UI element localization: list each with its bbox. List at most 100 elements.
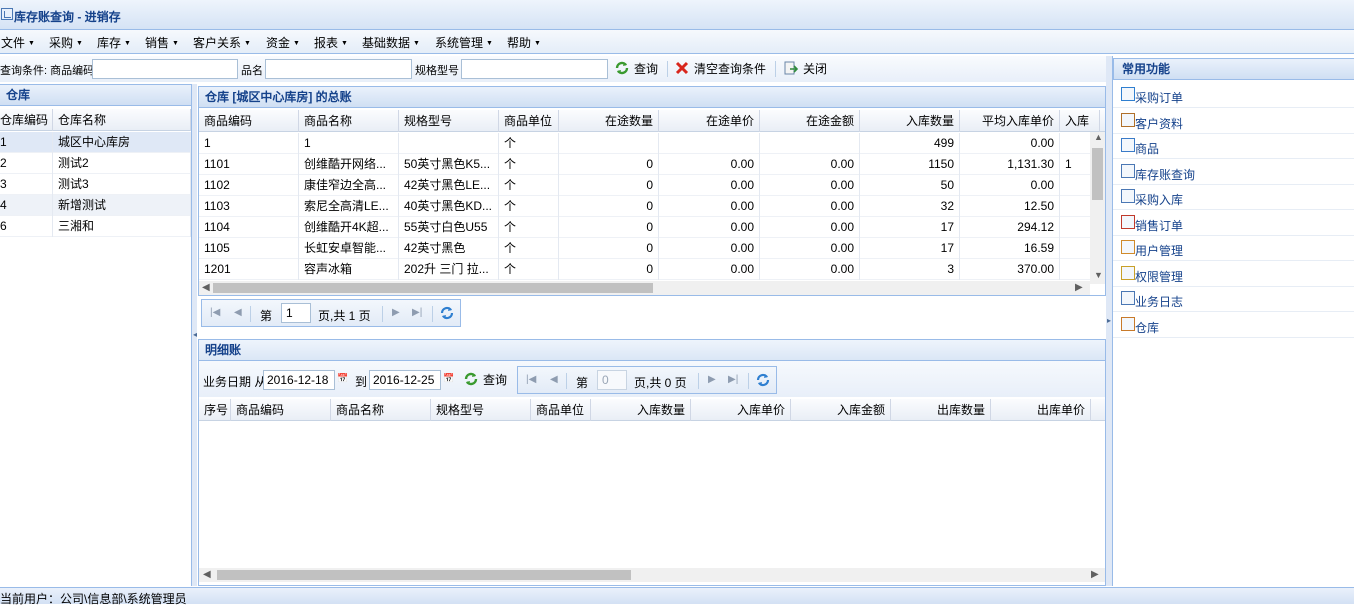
column-header[interactable]: 入库 [1060,110,1100,132]
column-header[interactable]: 序号 [199,399,231,421]
menu-funds[interactable]: 资金 ▼ [266,34,300,51]
table-cell: 0.00 [960,133,1060,154]
goods-code-input[interactable] [92,59,238,79]
table-cell [399,133,499,154]
column-header[interactable]: 规格型号 [399,110,499,132]
menu-base-data[interactable]: 基础数据 ▼ [362,34,420,51]
table-row[interactable]: 3 测试3 [0,174,191,195]
table-row[interactable]: 1 城区中心库房 [0,132,191,153]
clear-query-button[interactable]: 清空查询条件 [674,60,766,78]
last-page-icon[interactable]: ▶| [728,374,738,385]
last-page-icon[interactable]: ▶| [412,307,422,318]
date-to-input[interactable] [369,370,441,390]
table-cell: 个 [499,238,559,259]
table-row[interactable]: 2 测试2 [0,153,191,174]
column-header[interactable]: 规格型号 [431,399,531,421]
ledger-vertical-scrollbar[interactable]: ▲ ▼ [1090,132,1105,284]
table-row[interactable]: 1201 容声冰箱 202升 三门 拉... 个 0 0.00 0.00 3 370.00 [199,259,1100,280]
scroll-thumb[interactable] [217,570,631,580]
goods-name-input[interactable] [265,59,412,79]
column-header[interactable]: 入库数量 [591,399,691,421]
column-header[interactable]: 入库数量 [860,110,960,132]
table-row[interactable]: 4 新增测试 [0,195,191,216]
table-row[interactable]: 1103 索尼全高清LE... 40英寸黑色KD... 个 0 0.00 0.00 32 12.… [199,196,1100,217]
scroll-thumb[interactable] [1092,148,1103,200]
prev-page-icon[interactable]: ◀ [550,374,558,385]
refresh-icon[interactable] [755,372,771,388]
column-header[interactable]: 平均入库单价 [960,110,1060,132]
column-header[interactable]: 商品单位 [531,399,591,421]
menu-sales[interactable]: 销售 ▼ [145,34,179,51]
table-row[interactable]: 1104 创维酷开4K超... 55英寸白色U55 个 0 0.00 0.00 17 294.1… [199,217,1100,238]
function-item[interactable]: 业务日志 [1113,287,1354,312]
function-item[interactable]: 客户资料 [1113,109,1354,134]
table-cell: 0.00 [659,196,760,217]
column-header[interactable]: 商品单位 [499,110,559,132]
table-cell: 个 [499,217,559,238]
prev-page-icon[interactable]: ◀ [234,307,242,318]
menu-system[interactable]: 系统管理 ▼ [435,34,493,51]
refresh-icon[interactable] [439,305,455,321]
date-from-input[interactable] [263,370,335,390]
page-number-input[interactable] [281,303,311,323]
next-page-icon[interactable]: ▶ [392,307,400,318]
column-header[interactable]: 出库单价 [991,399,1091,421]
detail-search-button[interactable]: 查询 [463,371,507,389]
table-row[interactable]: 1101 创维酷开网络... 50英寸黑色K5... 个 0 0.00 0.00 1150 1,… [199,154,1100,175]
first-page-icon[interactable]: |◀ [526,374,536,385]
column-header[interactable]: 入库单价 [691,399,791,421]
collapse-right-icon[interactable]: ▸ [1107,316,1111,325]
menu-file[interactable]: 文件 ▼ [1,34,35,51]
detail-toolbar: 业务日期 从 📅 到 📅 查询 |◀ ◀ 第 页,共 0 页 ▶ ▶| [199,361,1105,397]
column-header[interactable]: 在途单价 [659,110,760,132]
column-header[interactable]: 商品编码 [231,399,331,421]
function-item[interactable]: 销售订单 [1113,211,1354,236]
column-header[interactable]: 出库数量 [891,399,991,421]
ledger-horizontal-scrollbar[interactable]: ◀ ▶ [199,281,1090,295]
table-row[interactable]: 6 三湘和 [0,216,191,237]
column-header[interactable]: 在途金额 [760,110,860,132]
detail-horizontal-scrollbar[interactable]: ◀ ▶ [199,568,1105,582]
column-header[interactable]: 商品名称 [331,399,431,421]
scroll-left-icon[interactable]: ◀ [202,281,210,295]
calendar-icon[interactable]: 📅 [337,373,348,384]
table-cell: 0.00 [760,154,860,175]
scroll-right-icon[interactable]: ▶ [1075,281,1083,295]
function-item-label: 用户管理 [1135,244,1184,258]
page-prefix: 第 [576,376,589,390]
column-header[interactable]: 仓库编码 [0,109,53,131]
table-row[interactable]: 1 1 个 499 0.00 [199,133,1100,154]
table-row[interactable]: 1105 长虹安卓智能... 42英寸黑色个 0 0.00 0.00 17 16.59 [199,238,1100,259]
function-item[interactable]: 权限管理 [1113,262,1354,287]
function-item[interactable]: 仓库 [1113,313,1354,338]
function-item[interactable]: 库存账查询 [1113,160,1354,185]
menu-inventory[interactable]: 库存 ▼ [97,34,131,51]
function-item[interactable]: 商品 [1113,134,1354,159]
close-button[interactable]: 关闭 [783,60,827,78]
search-button[interactable]: 查询 [614,60,658,78]
scroll-left-icon[interactable]: ◀ [203,568,211,582]
function-item[interactable]: 采购订单 [1113,83,1354,108]
scroll-up-icon[interactable]: ▲ [1094,132,1103,142]
scroll-right-icon[interactable]: ▶ [1091,568,1099,582]
column-header[interactable]: 仓库名称 [53,109,191,131]
menu-crm[interactable]: 客户关系 ▼ [193,34,251,51]
page-number-input[interactable] [597,370,627,390]
function-item[interactable]: 用户管理 [1113,236,1354,261]
column-header[interactable]: 商品编码 [199,110,299,132]
menu-purchase[interactable]: 采购 ▼ [49,34,83,51]
first-page-icon[interactable]: |◀ [210,307,220,318]
menu-help[interactable]: 帮助 ▼ [507,34,541,51]
scroll-thumb[interactable] [213,283,653,293]
scroll-down-icon[interactable]: ▼ [1094,270,1103,280]
column-header[interactable]: 入库金额 [791,399,891,421]
collapse-left-icon[interactable]: ◂ [193,330,197,339]
calendar-icon[interactable]: 📅 [443,373,454,384]
function-item[interactable]: 采购入库 [1113,185,1354,210]
menu-reports[interactable]: 报表 ▼ [314,34,348,51]
column-header[interactable]: 在途数量 [559,110,659,132]
next-page-icon[interactable]: ▶ [708,374,716,385]
spec-input[interactable] [461,59,608,79]
column-header[interactable]: 商品名称 [299,110,399,132]
table-row[interactable]: 1102 康佳窄边全高... 42英寸黑色LE... 个 0 0.00 0.00 50 0.00 [199,175,1100,196]
